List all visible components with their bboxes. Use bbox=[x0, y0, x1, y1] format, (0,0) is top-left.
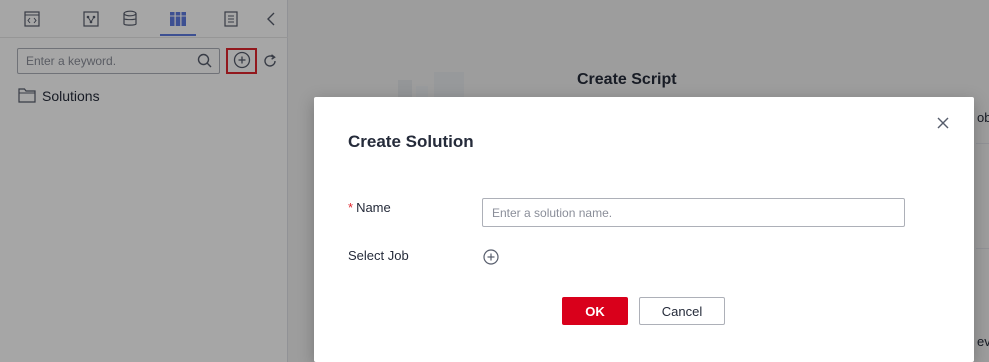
name-label-text: Name bbox=[356, 200, 391, 215]
select-job-label: Select Job bbox=[348, 248, 409, 263]
name-label: * Name bbox=[348, 200, 391, 215]
ok-button[interactable]: OK bbox=[562, 297, 628, 325]
required-mark: * bbox=[348, 200, 354, 215]
create-solution-dialog: Create Solution *Name Select Job OK Canc… bbox=[314, 97, 974, 362]
dialog-title: Create Solution bbox=[348, 132, 474, 151]
solution-name-input[interactable] bbox=[482, 198, 905, 227]
close-icon[interactable] bbox=[934, 114, 952, 132]
cancel-button[interactable]: Cancel bbox=[639, 297, 725, 325]
add-job-icon[interactable] bbox=[481, 247, 501, 267]
